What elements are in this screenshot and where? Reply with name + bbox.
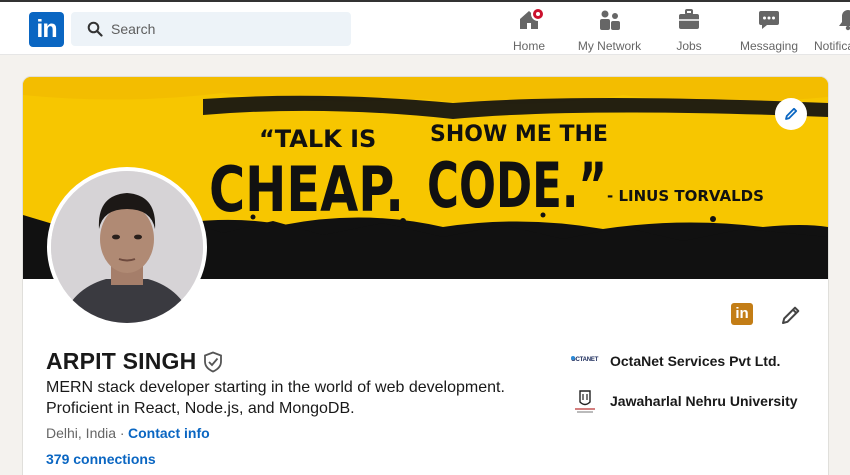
nav-my-network-label: My Network	[577, 39, 642, 53]
experience-octanet-name: OctaNet Services Pvt Ltd.	[610, 353, 781, 369]
home-icon	[517, 7, 545, 32]
nav-home-label: Home	[512, 39, 545, 53]
nav-messaging-label: Messaging	[739, 39, 799, 53]
nav-my-network[interactable]: My Network	[572, 8, 647, 53]
edit-banner-button[interactable]	[775, 98, 807, 130]
nav-notifications-label: Notifications	[814, 39, 850, 52]
jnu-emblem	[575, 390, 595, 413]
briefcase-icon	[677, 8, 701, 32]
profile-photo[interactable]	[47, 167, 207, 327]
headline-line-2: Proficient in React, Node.js, and MongoD…	[46, 400, 355, 417]
avatar-image	[51, 171, 203, 323]
profile-name: ARPIT SINGH	[46, 348, 197, 374]
linkedin-logo[interactable]: in	[29, 12, 64, 47]
nav-messaging[interactable]: Messaging	[736, 8, 802, 53]
verified-shield-icon[interactable]	[203, 351, 223, 373]
nav-jobs-label: Jobs	[676, 39, 702, 53]
profile-headline: MERN stack developer starting in the wor…	[46, 377, 566, 419]
profile-location: Delhi, India ·	[46, 425, 125, 441]
contact-info-link[interactable]: Contact info	[128, 425, 210, 441]
octanet-logo: OCTANET	[571, 348, 601, 376]
nav-home[interactable]: Home	[503, 7, 555, 53]
nav-notifications[interactable]: Notifications	[812, 8, 850, 52]
nav-jobs[interactable]: Jobs	[668, 8, 710, 53]
banner-attribution: - LINUS TORVALDS	[607, 187, 764, 205]
jnu-logo	[571, 388, 601, 416]
search-input[interactable]	[111, 12, 341, 46]
experience-jnu-name: Jawaharlal Nehru University	[610, 393, 798, 409]
notification-badge	[531, 7, 545, 21]
search-icon	[87, 21, 103, 37]
profile-card: “TALK IS SHOW ME THE CHEAP. CODE.” - LIN…	[23, 77, 828, 475]
bell-icon	[836, 8, 850, 32]
banner-quote-line1b: SHOW ME THE	[430, 122, 608, 147]
banner-quote-line2a: CHEAP.	[209, 153, 404, 226]
edit-profile-pencil-icon[interactable]	[780, 304, 802, 326]
octanet-logo-text: OCTANET	[571, 357, 599, 363]
banner-quote-line2b: CODE.”	[427, 149, 607, 222]
network-icon	[598, 8, 622, 32]
linkedin-badge-icon[interactable]: in	[731, 303, 753, 325]
search-bar[interactable]	[71, 12, 351, 46]
headline-line-1: MERN stack developer starting in the wor…	[46, 379, 505, 396]
messaging-icon	[757, 8, 781, 32]
top-nav-bar: in Home My Network Jobs Messaging	[0, 0, 850, 55]
pencil-icon	[785, 107, 798, 120]
octanet-logo-dot	[571, 356, 575, 360]
banner-quote-line1a: “TALK IS	[259, 125, 376, 153]
connections-link[interactable]: 379 connections	[46, 451, 156, 467]
